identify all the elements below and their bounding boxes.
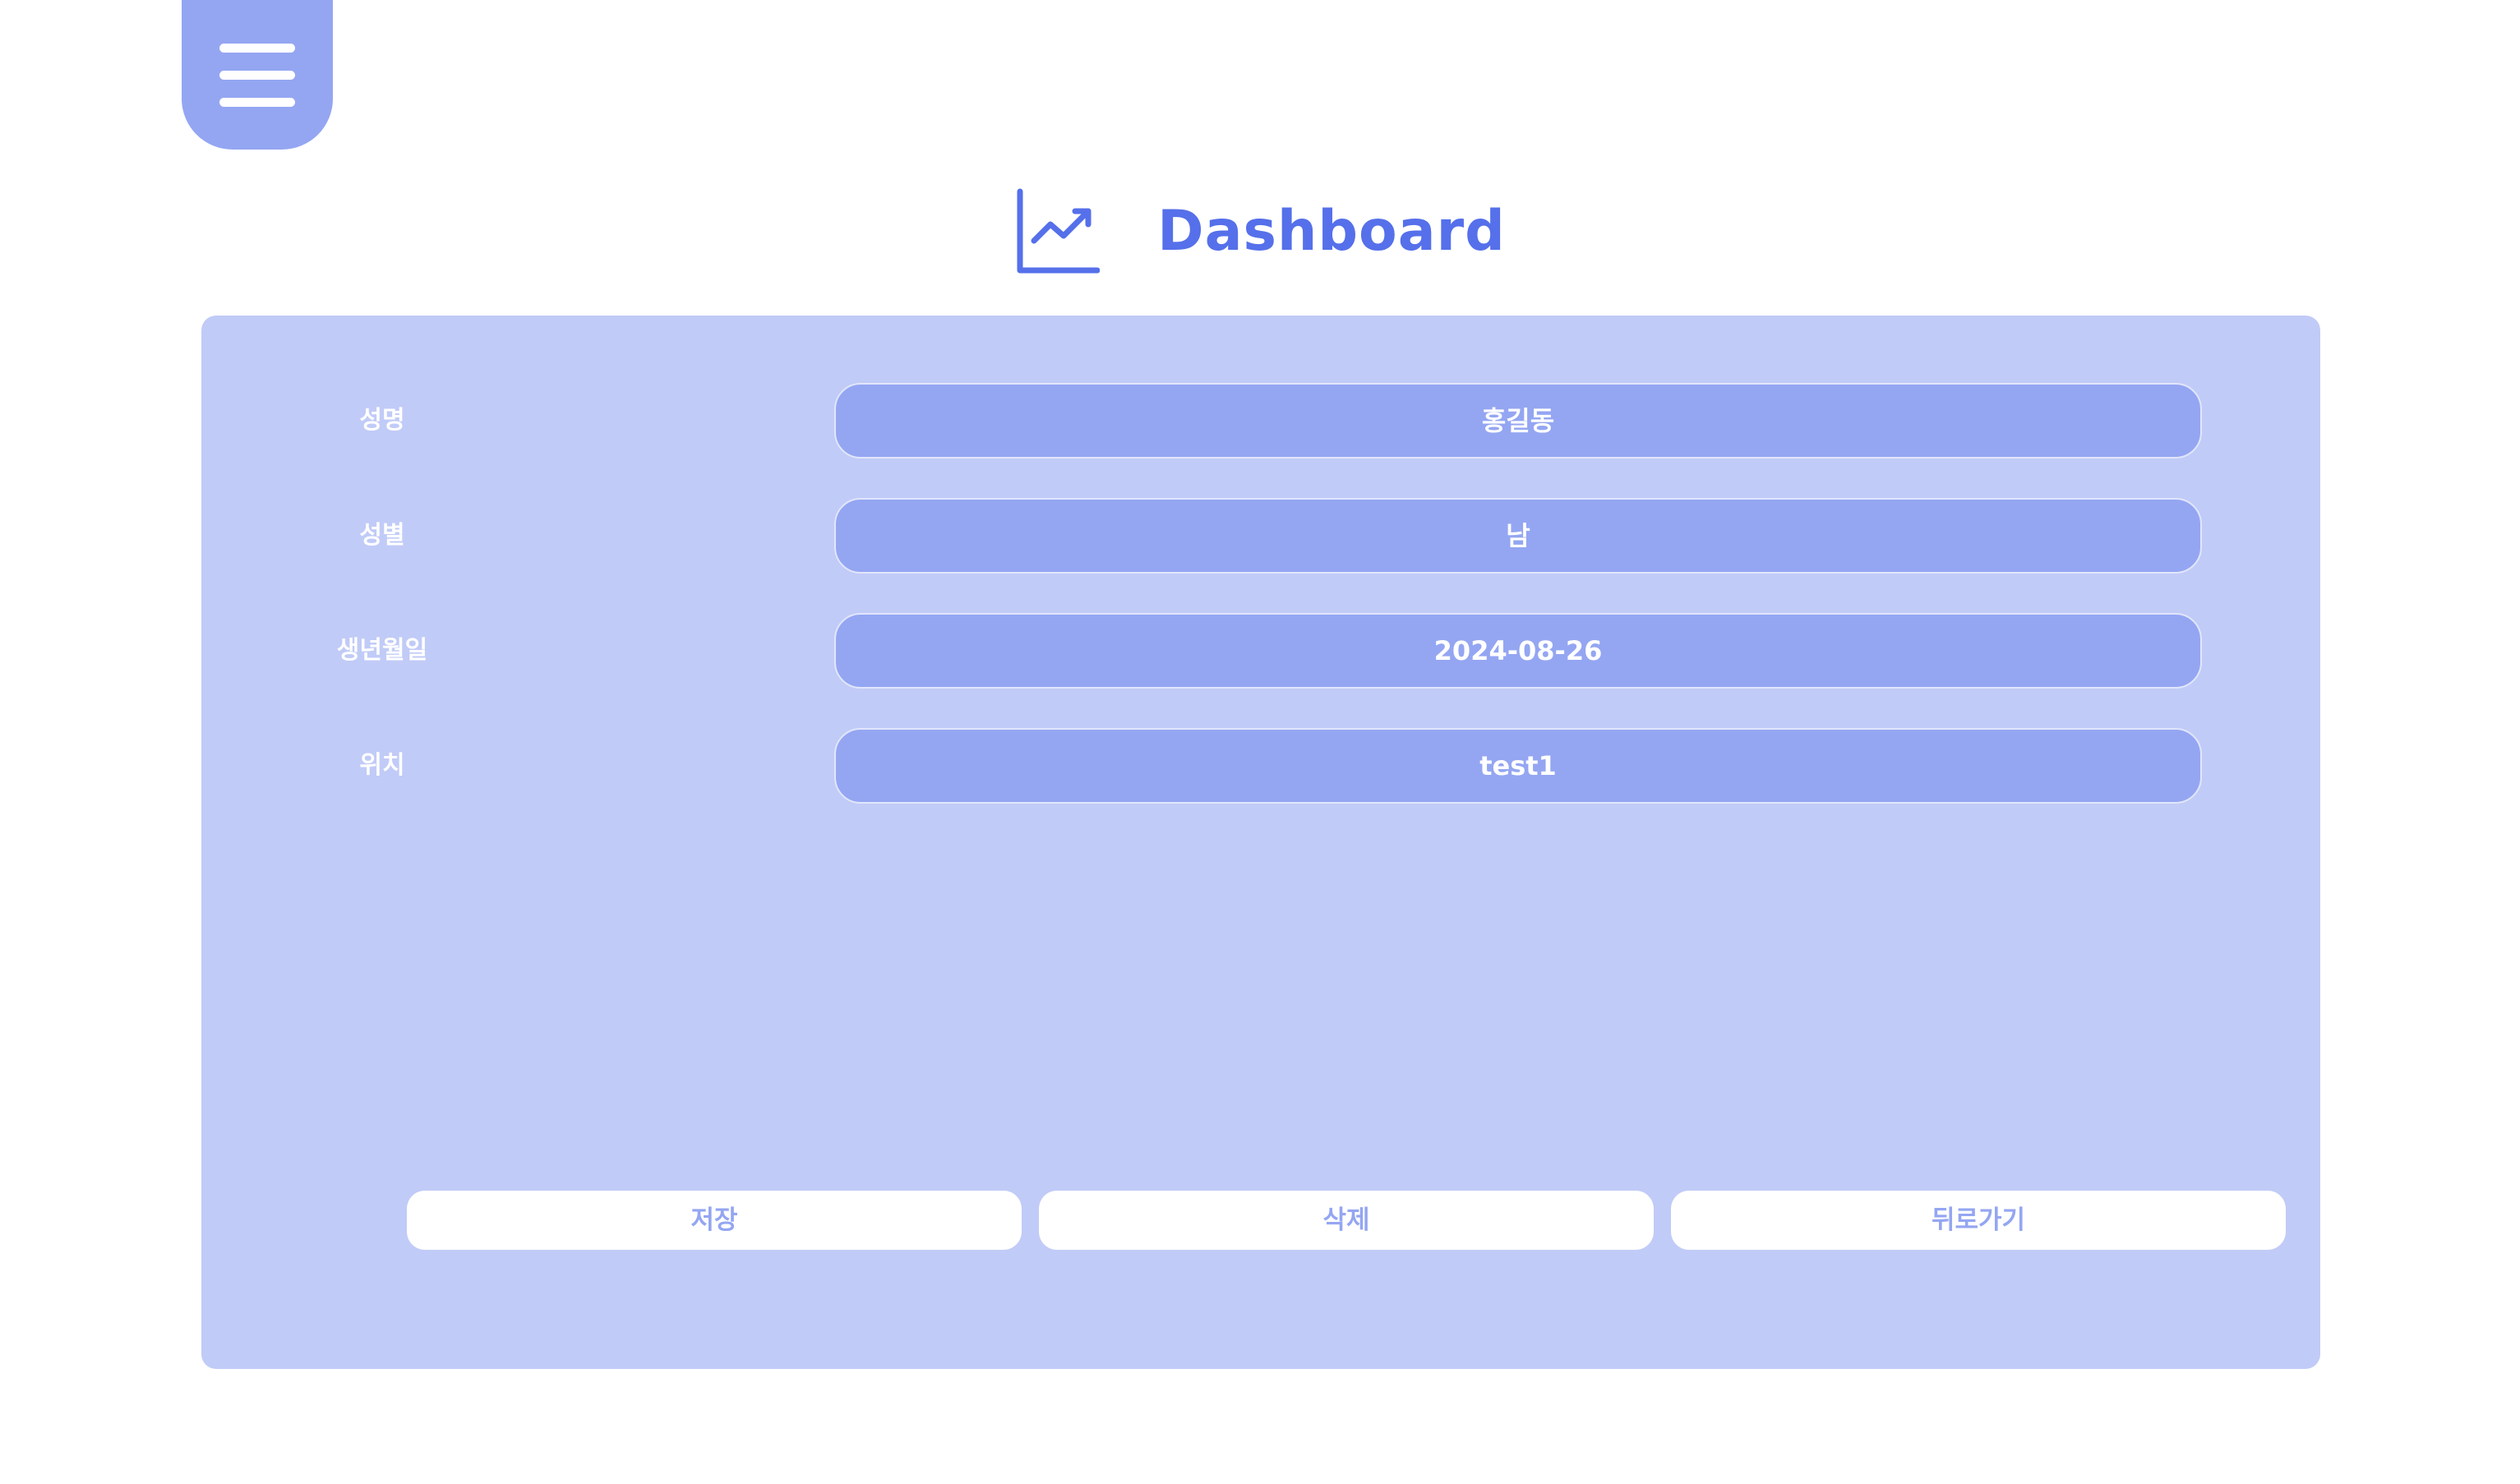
field-value-location[interactable]: test1 bbox=[834, 728, 2202, 804]
hamburger-menu-button[interactable] bbox=[182, 0, 333, 150]
back-button[interactable]: 뒤로가기 bbox=[1671, 1191, 2286, 1250]
page-title: Dashboard bbox=[1157, 198, 1506, 264]
field-label-name: 성명 bbox=[359, 406, 405, 435]
field-value-name[interactable]: 홍길동 bbox=[834, 383, 2202, 459]
field-label-birthdate: 생년월일 bbox=[336, 636, 428, 665]
detail-panel: 성명 홍길동 성별 남 생년월일 2024-08-26 위치 test1 저장 … bbox=[201, 316, 2320, 1369]
field-value-gender[interactable]: 남 bbox=[834, 498, 2202, 574]
page-header: Dashboard bbox=[0, 186, 2520, 276]
field-row-gender: 성별 남 bbox=[201, 498, 2320, 574]
save-button[interactable]: 저장 bbox=[407, 1191, 1022, 1250]
field-value-birthdate[interactable]: 2024-08-26 bbox=[834, 613, 2202, 689]
field-label-location: 위치 bbox=[359, 751, 405, 780]
hamburger-menu-icon bbox=[219, 43, 295, 53]
hamburger-menu-icon bbox=[219, 70, 295, 80]
field-row-name: 성명 홍길동 bbox=[201, 383, 2320, 459]
field-row-location: 위치 test1 bbox=[201, 728, 2320, 804]
hamburger-menu-icon bbox=[219, 97, 295, 107]
delete-button[interactable]: 삭제 bbox=[1039, 1191, 1654, 1250]
field-label-gender: 성별 bbox=[359, 521, 405, 550]
field-row-birthdate: 생년월일 2024-08-26 bbox=[201, 613, 2320, 689]
chart-line-icon bbox=[1017, 188, 1101, 274]
